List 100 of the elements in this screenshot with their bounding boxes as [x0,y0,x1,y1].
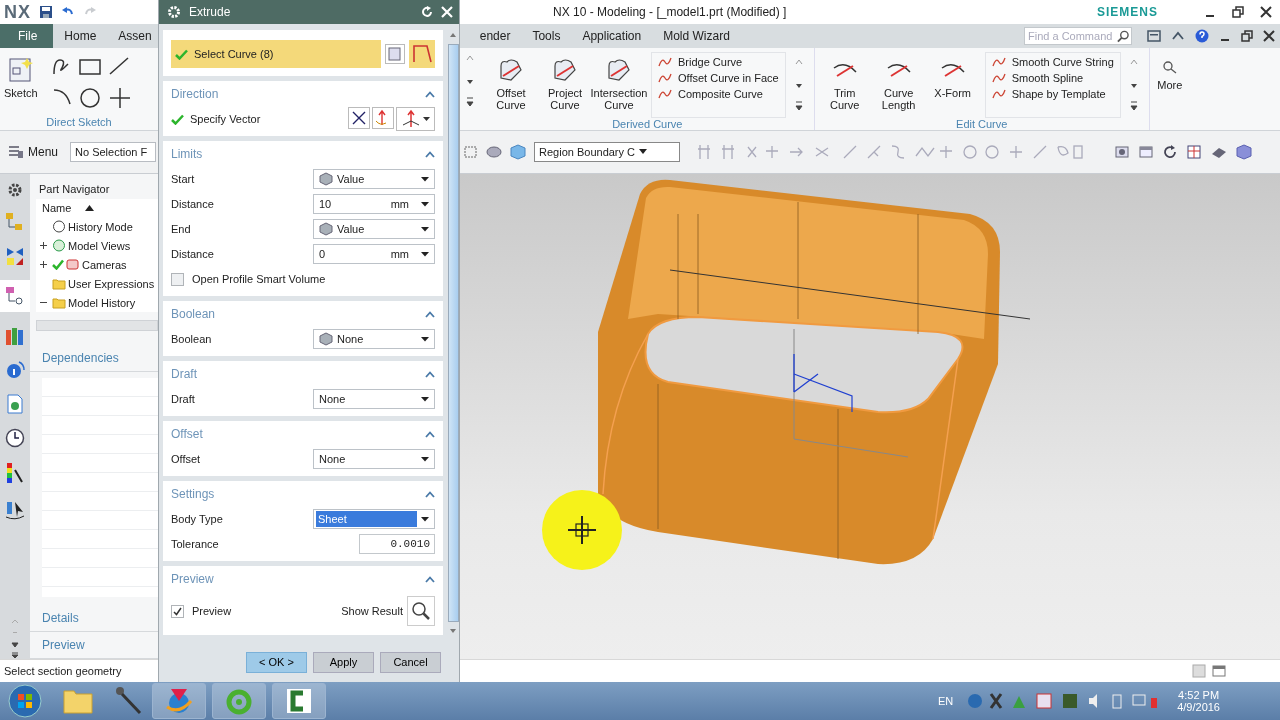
dialog-button[interactable]: < OK > [246,651,307,673]
ribbon-button[interactable]: X-Form [926,52,979,118]
document-icon[interactable] [6,394,24,414]
dropdown-arrow-icon [421,336,429,342]
dropdown[interactable]: Value [313,169,435,189]
window-icon[interactable] [1138,144,1154,160]
tree-item[interactable]: Model Views [68,239,131,252]
menu-icon [8,145,24,159]
ribbon-button[interactable]: Trim Curve [818,52,871,118]
field-label: Specify Vector [190,113,261,125]
clock-date[interactable]: 4/9/2016 [1177,701,1220,713]
ribbon-button[interactable]: Offset Curve [485,52,537,118]
ribbon-button[interactable]: Project Curve [539,52,591,118]
curve-icon[interactable] [409,40,435,68]
gallery-icon [1161,60,1178,76]
dropdown[interactable]: Value [313,219,435,239]
curve-rule-dropdown[interactable]: Region Boundary C [534,142,681,162]
tree-item[interactable]: Cameras [82,258,127,271]
menu-tab[interactable]: Tools [521,24,572,48]
menu-tab[interactable]: Home [53,24,108,48]
group-label: Edit Curve [955,118,1009,130]
selection-field[interactable]: Select Curve (8) [171,40,381,68]
ribbon-button[interactable]: Offset Curve in Face [658,72,779,84]
close-icon[interactable] [1263,30,1275,42]
color-bar-icon[interactable] [5,462,25,484]
restore-icon[interactable] [1241,30,1253,42]
ribbon-button[interactable]: Smooth Spline [991,72,1114,84]
distance-field[interactable]: 0 mm [313,244,435,264]
menu-tab[interactable]: File [0,24,54,48]
command-search-field[interactable]: Find a Command [1024,27,1132,45]
refresh-icon[interactable] [1162,144,1178,160]
dropdown[interactable]: None [313,449,435,469]
reset-icon[interactable] [421,6,433,18]
dropdown[interactable]: None [313,389,435,409]
info-icon[interactable] [5,360,25,380]
tree-icon[interactable] [5,286,25,306]
column-header[interactable]: Name [36,199,158,217]
ribbon-button[interactable]: Bridge Curve [658,56,779,68]
dropdown-arrow-icon [421,396,429,402]
gear-icon[interactable] [7,182,23,198]
menu-tab[interactable]: ender [468,24,522,48]
tree-item[interactable]: Model History [68,296,136,309]
cube-icon[interactable] [1236,144,1252,160]
clock-icon[interactable] [5,428,25,448]
more-button[interactable]: More [1149,48,1190,130]
field-label: Draft [171,393,195,405]
folder-icon[interactable] [62,687,94,715]
help-icon[interactable] [1195,29,1209,43]
ribbon-button[interactable]: Smooth Curve String [991,56,1114,68]
curve-tool-icon [658,56,672,68]
horizontal-scrollbar[interactable] [36,320,158,332]
checkbox-label: Open Profile Smart Volume [192,273,326,285]
checkbox[interactable] [171,604,184,618]
checkbox[interactable] [171,272,184,286]
expander-icon[interactable] [40,261,47,268]
window-icon[interactable] [1212,664,1226,678]
tree-item[interactable]: History Mode [68,220,133,233]
dialog-button[interactable]: Cancel [380,651,441,673]
close-icon[interactable] [1260,6,1272,18]
save-icon[interactable] [39,5,53,19]
ribbon-button[interactable]: Intersection Curve [593,52,645,118]
books-icon[interactable] [5,326,25,346]
vector-dropdown[interactable] [396,107,435,131]
show-result-button[interactable] [407,596,435,626]
start-button[interactable] [8,684,42,718]
taskbar-app-button[interactable] [272,683,326,719]
cube-icon[interactable] [510,144,527,160]
ribbon-button[interactable]: Curve Length [872,52,925,118]
menu-button[interactable]: Menu [8,145,63,159]
dropdown[interactable]: None [313,329,435,349]
tree-item[interactable]: User Expressions [68,277,155,290]
expander-icon[interactable] [40,299,47,306]
sketch-button[interactable]: Sketch [4,52,38,116]
ribbon-button[interactable]: Shape by Template [991,88,1114,100]
sketch-icon [6,56,35,84]
app-logo: NX [4,1,31,23]
constraint-icon[interactable] [5,246,25,266]
selection-filter-dropdown[interactable]: No Selection F [70,142,157,162]
view-icon[interactable] [1114,144,1130,160]
restore-icon[interactable] [1232,6,1244,18]
rail-scroll-icon[interactable] [10,619,20,659]
move-cursor-icon [567,515,597,545]
menu-tab[interactable]: Mold Wizard [652,24,741,48]
gear-icon [167,5,181,19]
window-icon[interactable] [1147,29,1161,43]
menu-tab[interactable]: Application [571,24,653,48]
tray-icons-drawing[interactable] [967,692,1158,710]
dialog-button[interactable]: Apply [313,651,374,673]
field-label: Body Type [171,513,223,525]
scrollbar-thumb[interactable] [447,44,459,622]
cylinder-icon[interactable] [486,145,503,159]
distance-field[interactable]: 10 mm [313,194,435,214]
ribbon-button[interactable]: Composite Curve [658,88,779,100]
expander-icon[interactable] [40,242,47,249]
tolerance-field[interactable]: 0.0010 [359,534,435,554]
field-label: Tolerance [171,538,219,550]
vector-icon[interactable] [348,107,370,129]
layout-icon[interactable] [1186,144,1202,160]
dropdown[interactable]: Sheet [313,509,435,529]
dropdown-arrow-icon [421,201,429,207]
